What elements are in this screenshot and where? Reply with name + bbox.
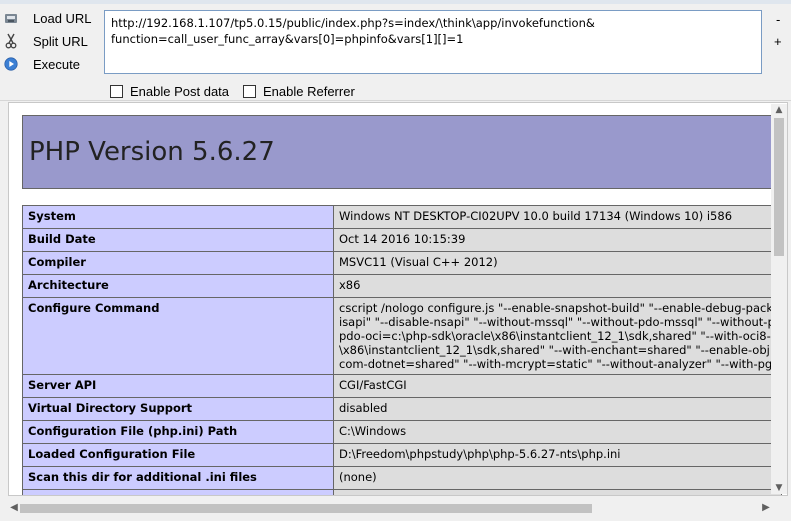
split-url-label: Split URL — [33, 33, 88, 49]
scroll-right-arrow-icon[interactable]: ▶ — [760, 500, 772, 516]
table-row: Additional .ini files parsed(none) — [22, 489, 782, 495]
phpinfo-table: System Windows NT DESKTOP-CI02UPV 10.0 bu… — [22, 205, 782, 495]
config-key: Build Date — [22, 228, 334, 252]
config-key: Server API — [22, 374, 334, 398]
table-row: Configure Command cscript /nologo configu… — [22, 297, 782, 375]
execute-button[interactable]: Execute — [3, 54, 95, 74]
load-url-button[interactable]: Load URL — [3, 8, 95, 28]
horizontal-scroll-thumb[interactable] — [20, 504, 592, 513]
enable-referrer-label: Enable Referrer — [263, 84, 355, 99]
table-row: Server API CGI/FastCGI — [22, 374, 782, 398]
table-row: Configuration File (php.ini) Path C:\Wind… — [22, 420, 782, 444]
vertical-scrollbar[interactable]: ▲ ▼ — [771, 104, 787, 494]
config-key: Scan this dir for additional .ini files — [22, 466, 334, 490]
scroll-left-arrow-icon[interactable]: ◀ — [8, 500, 20, 516]
load-url-icon — [3, 10, 19, 26]
config-value: D:\Freedom\phpstudy\php\php-5.6.27-nts\p… — [333, 443, 782, 467]
table-row: Architecture x86 — [22, 274, 782, 298]
play-icon — [3, 56, 19, 72]
php-version-header: PHP Version 5.6.27 — [22, 115, 782, 189]
config-key: Additional .ini files parsed — [22, 489, 334, 495]
enable-referrer-checkbox[interactable]: Enable Referrer — [243, 84, 355, 99]
table-row: Build Date Oct 14 2016 10:15:39 — [22, 228, 782, 252]
config-value-line: isapi" "--disable-nsapi" "--without-mssq… — [339, 315, 775, 329]
config-value: C:\Windows — [333, 420, 782, 444]
scissors-icon — [3, 33, 19, 49]
config-key: Loaded Configuration File — [22, 443, 334, 467]
config-key: Virtual Directory Support — [22, 397, 334, 421]
config-value: Windows NT DESKTOP-CI02UPV 10.0 build 17… — [333, 205, 782, 229]
vertical-scroll-thumb[interactable] — [774, 118, 784, 256]
config-value-line: \x86\instantclient_12_1\sdk,shared" "--w… — [339, 343, 770, 357]
scroll-down-arrow-icon[interactable]: ▼ — [771, 482, 787, 494]
config-value-line: com-dotnet=shared" "--with-mcrypt=static… — [339, 357, 780, 371]
config-key: Configure Command — [22, 297, 334, 375]
split-url-button[interactable]: Split URL — [3, 31, 95, 51]
config-value-line: pdo-oci=c:\php-sdk\oracle\x86\instantcli… — [339, 329, 771, 343]
table-row: Scan this dir for additional .ini files(… — [22, 466, 782, 490]
scroll-up-arrow-icon[interactable]: ▲ — [771, 104, 787, 116]
enable-post-label: Enable Post data — [130, 84, 230, 99]
shrink-button[interactable]: - — [776, 12, 780, 27]
config-value: CGI/FastCGI — [333, 374, 782, 398]
config-key: Architecture — [22, 274, 334, 298]
config-value: Oct 14 2016 10:15:39 — [333, 228, 782, 252]
table-row: Virtual Directory Support disabled — [22, 397, 782, 421]
execute-label: Execute — [33, 56, 80, 72]
page-content-viewer: PHP Version 5.6.27 System Windows NT DESK… — [8, 102, 788, 496]
expand-button[interactable]: + — [774, 34, 782, 49]
config-value: cscript /nologo configure.js "--enable-s… — [333, 297, 782, 375]
config-value: (none) — [333, 489, 782, 495]
load-url-label: Load URL — [33, 10, 92, 26]
table-row: Loaded Configuration File D:\Freedom\phps… — [22, 443, 782, 467]
config-value: disabled — [333, 397, 782, 421]
phpinfo-page: PHP Version 5.6.27 System Windows NT DESK… — [22, 115, 782, 495]
php-version-title: PHP Version 5.6.27 — [29, 137, 275, 167]
config-value: x86 — [333, 274, 782, 298]
enable-post-checkbox[interactable]: Enable Post data — [110, 84, 229, 99]
config-key: Configuration File (php.ini) Path — [22, 420, 334, 444]
enable-referrer-box[interactable] — [243, 85, 256, 98]
url-textarea[interactable]: http://192.168.1.107/tp5.0.15/public/ind… — [104, 10, 762, 74]
config-key: Compiler — [22, 251, 334, 275]
config-key: System — [22, 205, 334, 229]
config-value: MSVC11 (Visual C++ 2012) — [333, 251, 782, 275]
enable-post-box[interactable] — [110, 85, 123, 98]
config-value-line: cscript /nologo configure.js "--enable-s… — [339, 301, 773, 315]
config-value: (none) — [333, 466, 782, 490]
hackbar-toolbar: Load URL Split URL Execute http://192.16… — [0, 4, 791, 101]
horizontal-scrollbar[interactable]: ◀ ▶ — [8, 500, 772, 516]
table-row: System Windows NT DESKTOP-CI02UPV 10.0 bu… — [22, 205, 782, 229]
table-row: Compiler MSVC11 (Visual C++ 2012) — [22, 251, 782, 275]
